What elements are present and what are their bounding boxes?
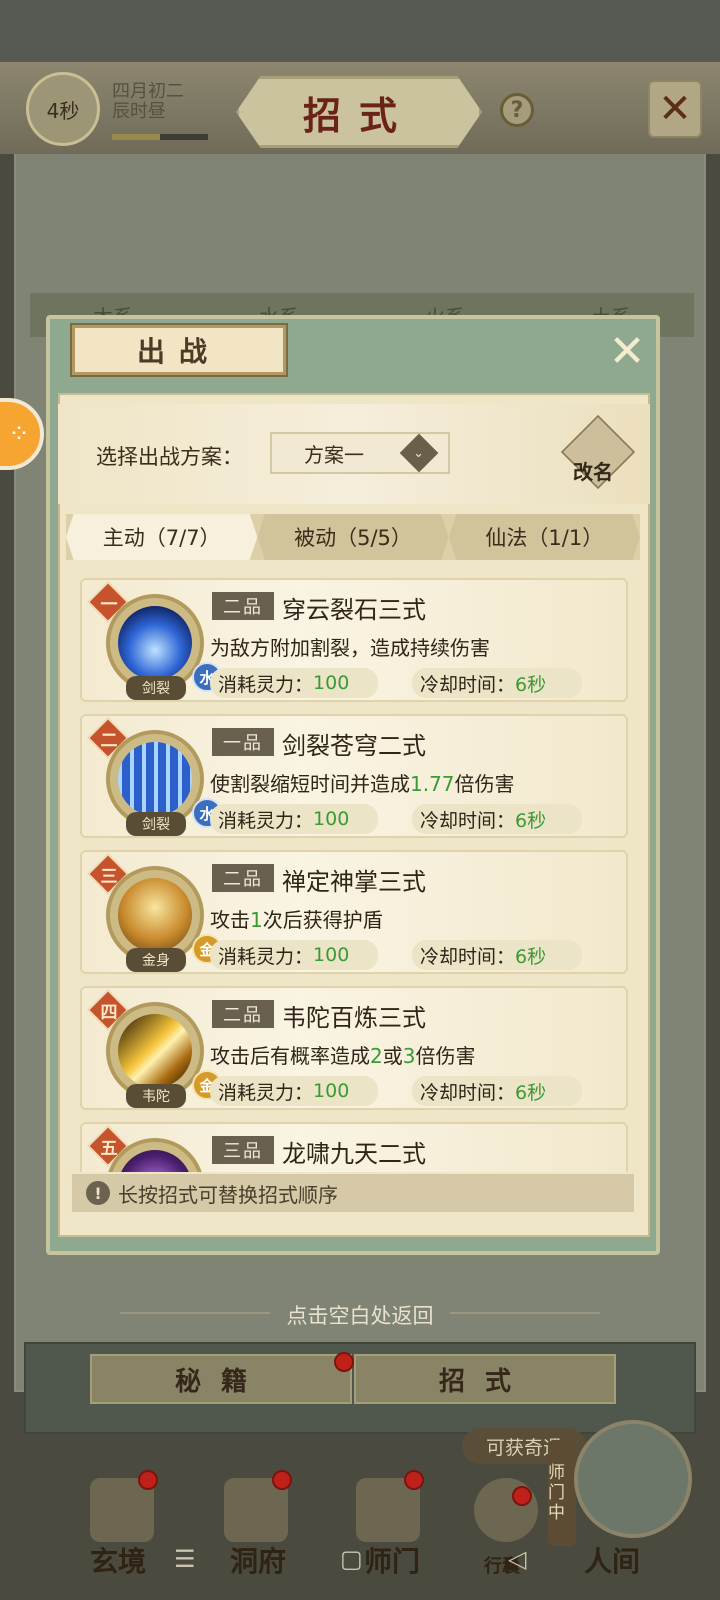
tab-immortal-arts[interactable]: 仙法（1/1）: [448, 514, 640, 560]
skill-type-tabs: 主动（7/7） 被动（5/5） 仙法（1/1）: [66, 514, 640, 560]
back-icon[interactable]: ◁: [508, 1545, 526, 1573]
rename-label: 改名: [573, 460, 613, 484]
skill-card[interactable]: 三 金 金身 二品 禅定神掌三式 攻击1次后获得护盾 消耗灵力： 100 冷却时间…: [80, 850, 628, 974]
blue-sword-skill-icon: [118, 606, 192, 680]
skill-description: 使割裂缩短时间并造成1.77倍伤害: [210, 772, 515, 796]
tab-passive-skills[interactable]: 被动（5/5）: [257, 514, 449, 560]
cost-stat: 消耗灵力： 100: [210, 1076, 378, 1106]
status-bar: [0, 0, 720, 62]
notification-dot: [334, 1352, 354, 1372]
home-icon[interactable]: ▢: [340, 1545, 363, 1573]
menu-icon[interactable]: ☰: [174, 1545, 196, 1573]
notification-dot: [512, 1486, 532, 1506]
skill-list[interactable]: 一 水 剑裂 二品 穿云裂石三式 为敌方附加割裂，造成持续伤害 消耗灵力： 100…: [70, 574, 636, 1172]
skill-grade: 三品: [212, 1136, 274, 1164]
nav-sect[interactable]: 师门: [364, 1540, 420, 1580]
skill-name: 穿云裂石三式: [282, 596, 426, 624]
purple-dragon-icon: [118, 1150, 192, 1172]
cost-stat: 消耗灵力： 100: [210, 940, 378, 970]
blue-sword-rain-icon: [118, 742, 192, 816]
skill-icon-label: 剑裂: [126, 676, 186, 700]
reorder-hint: ! 长按招式可替换招式顺序: [72, 1174, 634, 1212]
sect-status-badge: 师门中: [548, 1440, 576, 1546]
help-icon[interactable]: ?: [500, 93, 534, 127]
info-icon: !: [86, 1181, 110, 1205]
meditating-monk-icon: [118, 878, 192, 952]
notification-dot: [272, 1470, 292, 1490]
golden-pestle-icon: [118, 1014, 192, 1088]
skill-grade: 二品: [212, 864, 274, 892]
page-close-button[interactable]: ✕: [648, 80, 702, 138]
cost-stat: 消耗灵力： 100: [210, 668, 378, 698]
skill-icon-label: 韦陀: [126, 1084, 186, 1108]
notification-dot: [404, 1470, 424, 1490]
skill-card[interactable]: 一 水 剑裂 二品 穿云裂石三式 为敌方附加割裂，造成持续伤害 消耗灵力： 100…: [80, 578, 628, 702]
dialog-close-button[interactable]: ✕: [604, 326, 650, 377]
skill-card[interactable]: 四 金 韦陀 二品 韦陀百炼三式 攻击后有概率造成2或3倍伤害 消耗灵力： 100…: [80, 986, 628, 1110]
cooldown-stat: 冷却时间： 6秒: [412, 804, 582, 834]
skill-icon-label: 金身: [126, 948, 186, 972]
dialog-title: 出战: [72, 325, 286, 375]
skill-name: 禅定神掌三式: [282, 868, 426, 896]
date-line-1: 四月初二: [112, 81, 184, 102]
tab-active-skills[interactable]: 主动（7/7）: [66, 514, 258, 560]
skill-name: 龙啸九天二式: [282, 1140, 426, 1168]
world-map-icon[interactable]: [574, 1420, 692, 1538]
hint-text: 长按招式可替换招式顺序: [118, 1182, 338, 1207]
tab-skills[interactable]: 招式: [354, 1354, 616, 1404]
date-line-2: 辰时昼: [112, 101, 166, 122]
game-date: 四月初二 辰时昼: [112, 82, 184, 122]
skill-name: 韦陀百炼三式: [282, 1004, 426, 1032]
skill-icon-label: 剑裂: [126, 812, 186, 836]
page-title: 招式: [236, 76, 482, 148]
nav-mystic-realm[interactable]: 玄境: [90, 1540, 146, 1580]
skill-grade: 二品: [212, 1000, 274, 1028]
cooldown-stat: 冷却时间： 6秒: [412, 940, 582, 970]
skill-description: 攻击后有概率造成2或3倍伤害: [210, 1044, 476, 1068]
notification-dot: [138, 1470, 158, 1490]
nav-mortal-world[interactable]: 人间: [584, 1540, 640, 1580]
scheme-value: 方案一: [304, 442, 364, 467]
timer-badge: 4秒: [26, 72, 100, 146]
tap-to-return-hint: 点击空白处返回: [286, 1304, 434, 1328]
nav-cave-dwelling[interactable]: 洞府: [230, 1540, 286, 1580]
skill-description: 攻击1次后获得护盾: [210, 908, 383, 932]
cooldown-stat: 冷却时间： 6秒: [412, 1076, 582, 1106]
tab-secret-books[interactable]: 秘籍: [90, 1354, 352, 1404]
day-progress-bar: [112, 134, 208, 140]
skill-card[interactable]: 五 三品 龙啸九天二式: [80, 1122, 628, 1172]
skill-card[interactable]: 二 水 剑裂 一品 剑裂苍穹二式 使割裂缩短时间并造成1.77倍伤害 消耗灵力：…: [80, 714, 628, 838]
scheme-label: 选择出战方案：: [96, 445, 243, 469]
cooldown-stat: 冷却时间： 6秒: [412, 668, 582, 698]
skill-name: 剑裂苍穹二式: [282, 732, 426, 760]
skill-description: 为敌方附加割裂，造成持续伤害: [210, 636, 490, 660]
cost-stat: 消耗灵力： 100: [210, 804, 378, 834]
skill-grade: 二品: [212, 592, 274, 620]
skill-grade: 一品: [212, 728, 274, 756]
